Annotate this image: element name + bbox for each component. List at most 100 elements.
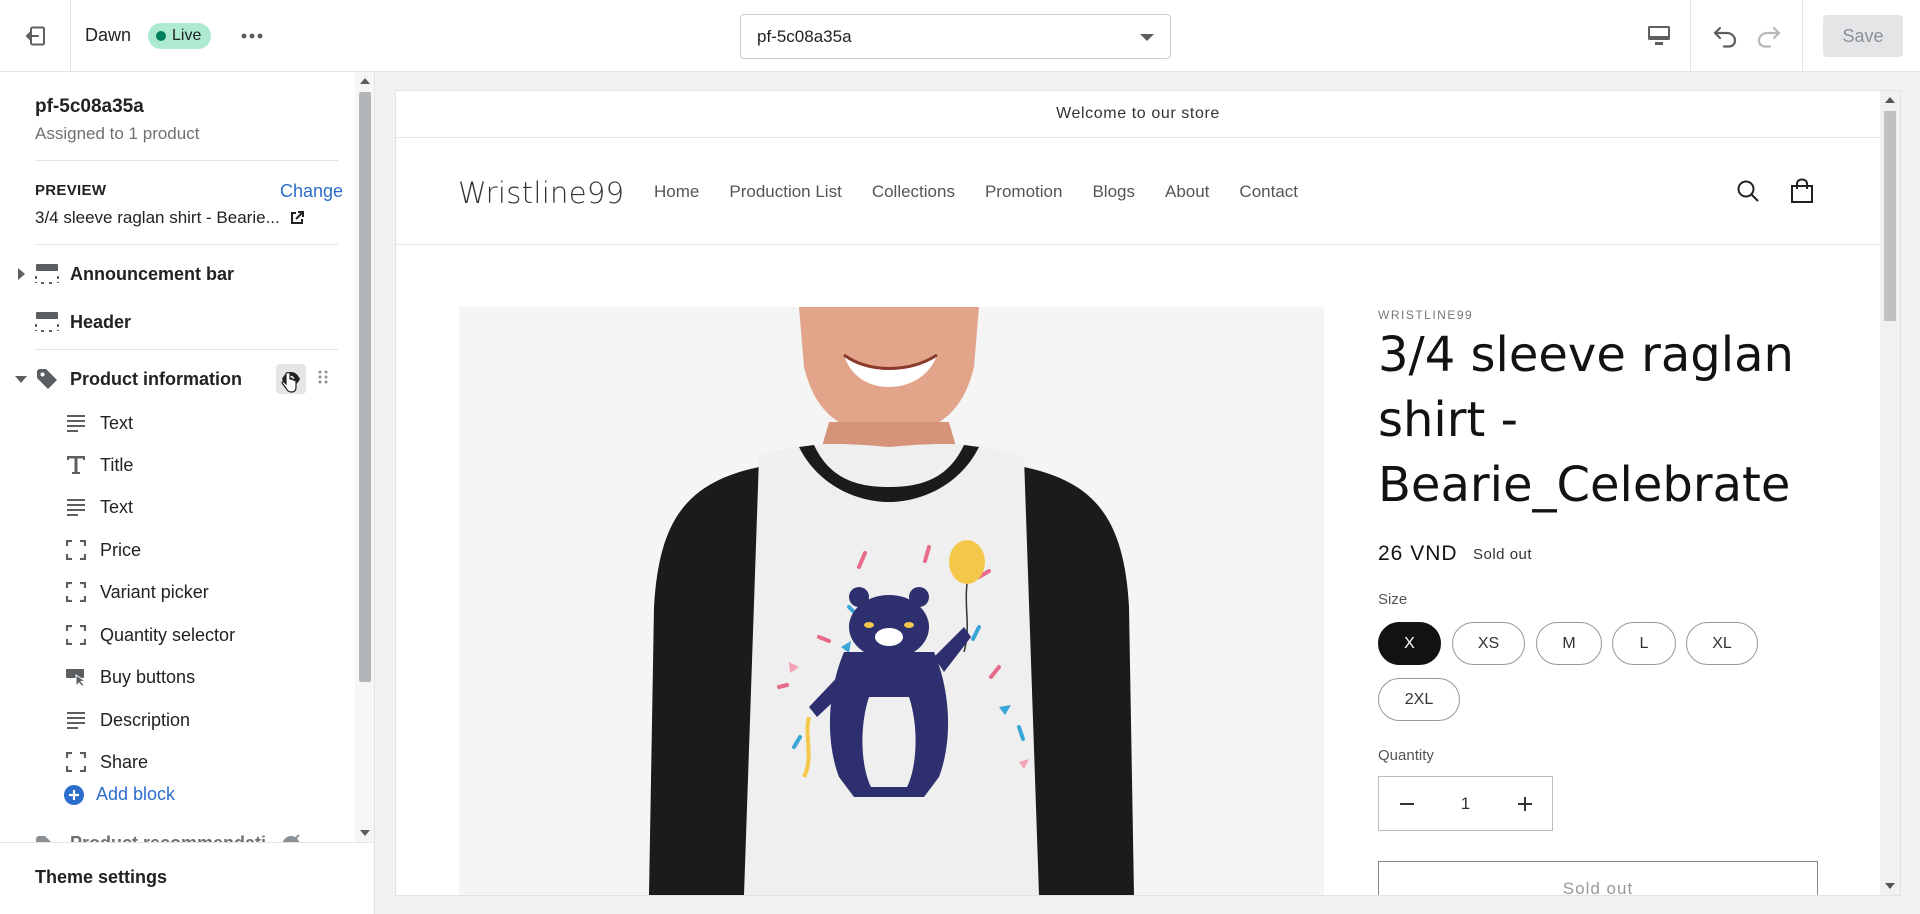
text-lines-icon [64, 411, 88, 435]
storefront-preview: Welcome to our store Wristline99 Home Pr… [396, 91, 1900, 895]
size-option-xs[interactable]: XS [1452, 622, 1525, 665]
drag-handle-icon[interactable] [318, 370, 328, 384]
sold-out-button[interactable]: Sold out [1378, 861, 1818, 895]
main-nav: Home Production List Collections Promoti… [654, 182, 1298, 202]
more-actions-button[interactable] [236, 22, 268, 50]
redo-icon [1757, 26, 1781, 48]
preview-product-name: 3/4 sleeve raglan shirt - Bearie... [35, 208, 280, 227]
device-preview-button[interactable] [1640, 18, 1678, 54]
block-icon [64, 538, 88, 562]
block-label: Text [100, 412, 134, 433]
nav-collections[interactable]: Collections [872, 182, 955, 202]
nav-production-list[interactable]: Production List [729, 182, 841, 202]
section-icon [34, 261, 60, 287]
live-status-badge: Live [148, 23, 212, 49]
product-vendor: WRISTLINE99 [1378, 308, 1474, 322]
block-label: Price [100, 539, 142, 560]
scrollbar-thumb[interactable] [1884, 111, 1896, 321]
quantity-input[interactable]: 1 [1434, 777, 1497, 830]
block-variant-picker[interactable]: Variant picker [0, 572, 355, 612]
chevron-down-icon [15, 375, 27, 383]
size-option-m[interactable]: M [1536, 622, 1602, 665]
scroll-up-arrow-icon[interactable] [360, 78, 370, 84]
section-icon [34, 309, 60, 335]
scrollbar-thumb[interactable] [359, 92, 371, 682]
cart-button[interactable] [1786, 175, 1818, 207]
save-button[interactable]: Save [1823, 15, 1903, 57]
announcement-bar: Welcome to our store [396, 91, 1880, 138]
status-badge-label: Live [172, 27, 202, 44]
text-lines-icon [64, 708, 88, 732]
block-text[interactable]: Text [0, 487, 355, 527]
cart-icon [1791, 178, 1813, 203]
template-select-value: pf-5c08a35a [757, 26, 852, 46]
chevron-down-icon [1140, 34, 1154, 41]
add-block-label: Add block [96, 784, 176, 804]
scroll-down-arrow-icon[interactable] [360, 830, 370, 836]
change-preview-link[interactable]: Change [280, 181, 343, 202]
announcement-text: Welcome to our store [1056, 105, 1220, 122]
minus-icon [1399, 802, 1414, 805]
nav-promotion[interactable]: Promotion [985, 182, 1062, 202]
exit-icon [26, 26, 45, 46]
redo-button[interactable] [1750, 18, 1788, 54]
preview-scrollbar[interactable] [1880, 91, 1900, 895]
divider [1802, 0, 1803, 72]
ellipsis-icon [241, 33, 263, 39]
nav-about[interactable]: About [1165, 182, 1209, 202]
search-button[interactable] [1732, 175, 1764, 207]
section-header[interactable]: Header [0, 303, 355, 341]
size-option-l[interactable]: L [1612, 622, 1676, 665]
section-label: Header [70, 311, 132, 332]
block-buy-buttons[interactable]: Buy buttons [0, 657, 355, 697]
block-label: Quantity selector [100, 624, 236, 645]
theme-name: Dawn [85, 25, 132, 45]
template-title: pf-5c08a35a [35, 96, 144, 117]
scroll-up-arrow-icon[interactable] [1885, 97, 1895, 103]
quantity-increase-button[interactable] [1497, 777, 1552, 830]
template-select[interactable]: pf-5c08a35a [740, 14, 1171, 59]
divider [35, 244, 338, 245]
nav-blogs[interactable]: Blogs [1092, 182, 1135, 202]
add-block-button[interactable]: Add block [64, 784, 175, 805]
preview-product-link[interactable]: 3/4 sleeve raglan shirt - Bearie... [35, 208, 304, 228]
buy-buttons-icon [64, 665, 88, 689]
block-description[interactable]: Description [0, 700, 355, 740]
nav-contact[interactable]: Contact [1239, 182, 1298, 202]
quantity-decrease-button[interactable] [1379, 777, 1434, 830]
section-label: Product information [70, 368, 242, 389]
search-icon [1737, 180, 1759, 202]
exit-button[interactable] [12, 16, 60, 56]
block-share[interactable]: Share [0, 742, 355, 782]
block-price[interactable]: Price [0, 530, 355, 570]
divider [1690, 0, 1691, 72]
size-option-xl[interactable]: XL [1686, 622, 1758, 665]
block-label: Description [100, 709, 191, 730]
block-label: Buy buttons [100, 666, 196, 687]
section-announcement-bar[interactable]: Announcement bar [0, 255, 355, 293]
size-option-x[interactable]: X [1378, 622, 1441, 665]
size-label: Size [1378, 591, 1408, 608]
block-text[interactable]: Text [0, 403, 355, 443]
nav-home[interactable]: Home [654, 182, 699, 202]
text-lines-icon [64, 495, 88, 519]
sold-out-badge: Sold out [1473, 546, 1533, 563]
external-link-icon [290, 211, 304, 224]
title-icon [64, 453, 88, 477]
product-image[interactable] [459, 307, 1324, 895]
scroll-down-arrow-icon[interactable] [1885, 883, 1895, 889]
undo-button[interactable] [1706, 18, 1744, 54]
store-logo[interactable]: Wristline99 [458, 176, 624, 210]
section-label: Announcement bar [70, 263, 235, 284]
tag-icon [34, 366, 60, 392]
quantity-label: Quantity [1378, 747, 1434, 764]
block-quantity-selector[interactable]: Quantity selector [0, 615, 355, 655]
cursor-pointer-icon [281, 372, 297, 393]
theme-settings-button[interactable]: Theme settings [35, 867, 167, 888]
size-option-2xl[interactable]: 2XL [1378, 678, 1460, 721]
status-dot [156, 31, 166, 41]
product-price: 26 VND [1378, 542, 1458, 565]
block-title[interactable]: Title [0, 445, 355, 485]
quantity-stepper: 1 [1378, 776, 1553, 831]
sidebar-scrollbar[interactable] [355, 72, 374, 842]
